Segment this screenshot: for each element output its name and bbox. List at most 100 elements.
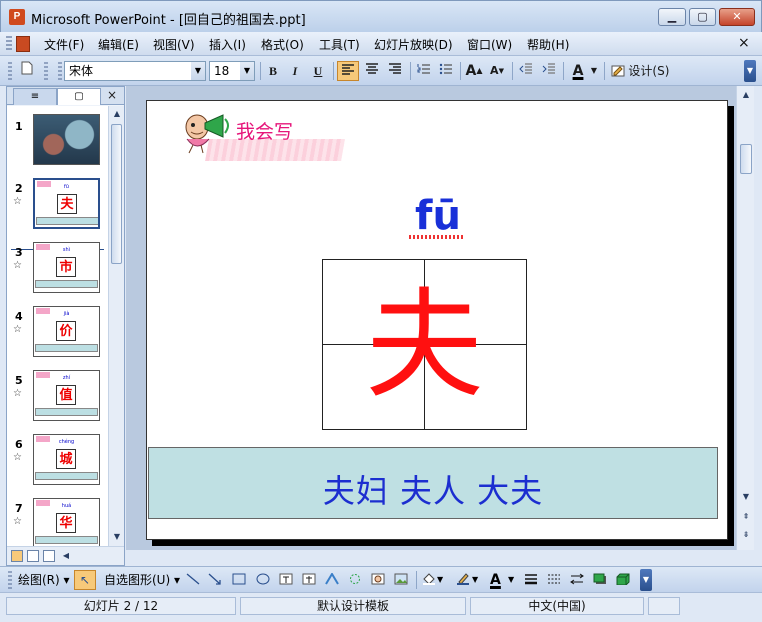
scroll-down-icon[interactable]: ▼ <box>739 490 753 504</box>
menu-insert[interactable]: 插入(I) <box>209 36 246 53</box>
menu-view[interactable]: 视图(V) <box>153 36 195 53</box>
scrollbar-thumb[interactable] <box>740 144 752 174</box>
vertical-textbox-icon[interactable] <box>302 573 316 585</box>
line-style-icon[interactable] <box>524 573 538 585</box>
previous-slide-icon[interactable]: ⇞ <box>739 510 753 524</box>
picture-tool-icon[interactable] <box>394 573 408 585</box>
slideshow-view-icon[interactable] <box>43 550 55 562</box>
slide-thumbnail[interactable]: fū 夫 <box>33 178 100 229</box>
maximize-button[interactable]: ▢ <box>689 8 716 26</box>
slide-thumbnail[interactable]: huá 华 <box>33 498 100 546</box>
autoshapes-menu-button[interactable]: 自选图形(U) ▾ <box>104 571 180 589</box>
oval-tool-icon[interactable] <box>256 573 270 585</box>
scroll-up-icon[interactable]: ▲ <box>110 107 124 121</box>
minimize-button[interactable]: ▁ <box>658 8 686 26</box>
arrow-style-icon[interactable] <box>570 573 584 585</box>
align-right-button[interactable] <box>385 61 405 81</box>
menu-edit[interactable]: 编辑(E) <box>98 36 139 53</box>
line-color-icon[interactable] <box>456 573 470 585</box>
thumbnail-grid: 价 <box>56 321 76 341</box>
tab-slides[interactable]: ▢ <box>57 88 101 105</box>
toolbar-grip-handle[interactable] <box>8 62 12 80</box>
underline-button[interactable]: U <box>309 61 327 81</box>
tab-outline[interactable]: ≡ <box>13 88 57 105</box>
example-words: 夫妇 夫人 大夫 <box>322 472 544 510</box>
menu-format[interactable]: 格式(O) <box>261 36 304 53</box>
draw-menu-button[interactable]: 绘图(R) ▾ <box>18 571 70 589</box>
document-icon[interactable] <box>16 36 30 52</box>
toolbar-grip-handle-2[interactable] <box>44 62 48 80</box>
chevron-down-icon[interactable]: ▼ <box>191 62 205 80</box>
bullets-button[interactable] <box>436 61 456 81</box>
increase-indent-button[interactable] <box>539 61 559 81</box>
menu-grip-handle[interactable] <box>6 36 12 52</box>
slide-thumbnail[interactable]: shì 市 <box>33 242 100 293</box>
thumbnail-pinyin: huá <box>61 503 72 509</box>
toolbar-grip-handle[interactable] <box>8 571 12 589</box>
slide-thumbnail[interactable] <box>33 114 100 165</box>
text-color-icon[interactable]: A <box>490 571 501 589</box>
animation-star-icon: ☆ <box>13 516 22 527</box>
new-document-button[interactable] <box>16 61 38 81</box>
fill-color-icon[interactable] <box>422 573 436 585</box>
menu-help[interactable]: 帮助(H) <box>527 36 569 53</box>
line-color-dropdown[interactable]: ▼ <box>472 571 478 589</box>
wordart-tool-icon[interactable] <box>325 573 339 585</box>
drawbar-options-chevron[interactable]: ▼ <box>640 569 652 591</box>
toolbar-grip-handle-3[interactable] <box>58 62 62 80</box>
current-slide[interactable]: 我会写 fū 夫 夫妇 夫人 大夫 <box>146 100 728 540</box>
scroll-left-icon[interactable]: ◀ <box>59 549 73 563</box>
resize-grip[interactable] <box>684 597 756 615</box>
decrease-indent-button[interactable] <box>516 61 536 81</box>
thumbnail-char: 值 <box>59 388 73 403</box>
align-center-button[interactable] <box>362 61 382 81</box>
slide-thumbnail[interactable]: jià 价 <box>33 306 100 357</box>
font-name-select[interactable]: 宋体 ▼ <box>64 61 206 81</box>
bold-button[interactable]: B <box>264 61 282 81</box>
diagram-tool-icon[interactable] <box>348 573 362 585</box>
toolbar-options-chevron[interactable]: ▼ <box>744 60 756 82</box>
normal-view-icon[interactable] <box>11 550 23 562</box>
menu-tools[interactable]: 工具(T) <box>319 36 360 53</box>
slide-scrollbar[interactable]: ▲ ▼ ⇞ ⇟ <box>736 86 754 550</box>
slide-thumbnail[interactable]: chéng 城 <box>33 434 100 485</box>
toolbar-separator <box>563 62 564 80</box>
select-pointer-button[interactable]: ↖ <box>74 570 96 590</box>
font-size-select[interactable]: 18 ▼ <box>209 61 255 81</box>
decrease-font-size-button[interactable]: A▼ <box>487 61 507 81</box>
close-pane-icon[interactable]: × <box>107 88 117 102</box>
powerpoint-app-icon[interactable]: P <box>9 9 25 25</box>
italic-button[interactable]: I <box>286 61 304 81</box>
shadow-style-icon[interactable] <box>593 573 607 585</box>
scroll-up-icon[interactable]: ▲ <box>739 88 753 102</box>
fill-color-dropdown[interactable]: ▼ <box>437 571 443 589</box>
chevron-down-icon[interactable]: ▼ <box>240 62 254 80</box>
menu-slideshow[interactable]: 幻灯片放映(D) <box>374 36 453 53</box>
numbering-button[interactable] <box>414 61 434 81</box>
close-window-button[interactable]: ✕ <box>719 8 755 26</box>
textbox-tool-icon[interactable] <box>279 573 293 585</box>
increase-font-size-button[interactable]: A▲ <box>464 61 484 81</box>
scrollbar-thumb[interactable] <box>111 124 122 264</box>
align-left-button[interactable] <box>337 61 359 81</box>
line-tool-icon[interactable] <box>186 573 200 585</box>
3d-style-icon[interactable] <box>616 573 630 585</box>
rectangle-tool-icon[interactable] <box>232 573 246 585</box>
text-color-dropdown[interactable]: ▼ <box>508 571 514 589</box>
slide-sorter-view-icon[interactable] <box>27 550 39 562</box>
slide-thumbnail-list: 1 2 ☆ fū 夫 3 ☆ shì 市 4 ☆ jià 价 5 ☆ zhí 值… <box>7 106 108 546</box>
slide-character: 夫 <box>365 276 484 414</box>
design-button[interactable]: 设计(S) <box>608 61 672 81</box>
arrow-tool-icon[interactable] <box>208 573 222 585</box>
font-color-dropdown[interactable]: ▼ <box>589 61 599 81</box>
clipart-tool-icon[interactable] <box>371 573 385 585</box>
dash-style-icon[interactable] <box>547 573 561 585</box>
close-document-button[interactable]: × <box>738 35 750 51</box>
next-slide-icon[interactable]: ⇟ <box>739 528 753 542</box>
slide-thumbnail[interactable]: zhí 值 <box>33 370 100 421</box>
font-color-button[interactable]: A <box>567 61 589 81</box>
menu-window[interactable]: 窗口(W) <box>467 36 512 53</box>
thumbnail-scrollbar[interactable]: ▲ ▼ <box>108 106 124 546</box>
scroll-down-icon[interactable]: ▼ <box>110 530 124 544</box>
menu-file[interactable]: 文件(F) <box>44 36 84 53</box>
